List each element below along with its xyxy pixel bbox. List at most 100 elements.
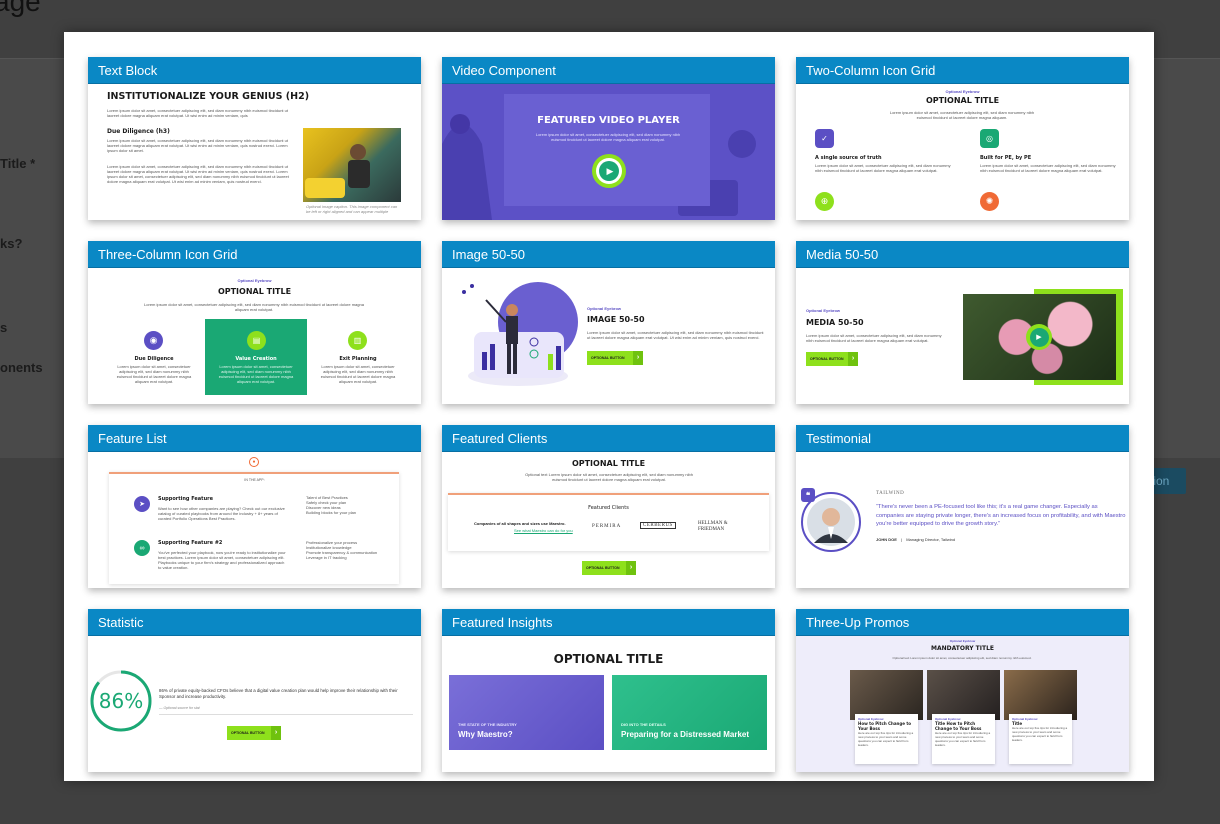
promo-text: Here are our top five tips for introduci… (935, 731, 991, 747)
button-label: OPTIONAL BUTTON (591, 356, 625, 360)
promo-card[interactable]: Optional Eyebrow How to Pitch Change to … (850, 670, 923, 770)
promo-image (850, 670, 923, 720)
insight-tile[interactable]: THE STATE OF THE INDUSTRY Why Maestro? (449, 675, 604, 750)
testimonial-brand: TAILWIND (876, 491, 905, 496)
component-card-three-up-promos[interactable]: Three-Up Promos Optional Eyebrow MANDATO… (796, 609, 1129, 772)
promo-text: Here are our top five tips for introduci… (858, 731, 914, 747)
presenter-illustration (462, 282, 578, 386)
card-title: Media 50-50 (796, 241, 1129, 268)
promo-body: Optional Eyebrow Title How to Pitch Chan… (932, 714, 995, 764)
card-preview-heading: INSTITUTIONALIZE YOUR GENIUS (H2) (107, 91, 310, 102)
button-label: OPTIONAL BUTTON (810, 357, 844, 361)
clients-link[interactable]: See what Maestro can do for you (514, 528, 594, 533)
component-card-featured-insights[interactable]: Featured Insights OPTIONAL TITLE THE STA… (442, 609, 775, 772)
client-logo-permira: PERMIRA (592, 524, 622, 529)
card-title: Statistic (88, 609, 421, 636)
card-preview-heading: MEDIA 50-50 (806, 318, 864, 327)
statistic-text: 86% of private equity-backed CFOs believ… (159, 688, 398, 699)
grid-item-text: Lorem ipsum dolor sit amet, consectetuer… (815, 163, 951, 173)
card-preview-heading: OPTIONAL TITLE (553, 652, 664, 666)
button-label: OPTIONAL BUTTON (586, 566, 620, 570)
background-action-button[interactable]: tion (1150, 468, 1186, 494)
insight-eyebrow: THE STATE OF THE INDUSTRY (458, 722, 517, 727)
promo-body: Optional Eyebrow How to Pitch Change to … (855, 714, 918, 764)
component-card-statistic[interactable]: Statistic 86% 86% of private equity-back… (88, 609, 421, 772)
card-intro: Lorem ipsum dolor sit amet, consectetuer… (889, 110, 1035, 120)
testimonial-quote: “There's never been a PE-focused tool li… (876, 504, 1126, 528)
statistic-source: — Optional source for stat (159, 706, 200, 710)
play-button[interactable]: ▶ (1026, 324, 1052, 350)
card-title: Featured Clients (442, 425, 775, 452)
s-label: s (0, 320, 8, 335)
component-card-feature-list[interactable]: Feature List ● IN THE APP: ➤ ∞ Supportin… (88, 425, 421, 588)
component-card-two-column-icon-grid[interactable]: Two-Column Icon Grid Optional Eyebrow OP… (796, 57, 1129, 220)
column-text: Lorem ipsum dolor sit amet, consectetuer… (218, 364, 294, 384)
bullet-item: Leverage in IT tracking (306, 555, 347, 560)
pin-icon: ● (249, 457, 259, 467)
arrow-right-icon: › (633, 351, 643, 365)
preview-photo (303, 128, 401, 202)
card-title: Image 50-50 (442, 241, 775, 268)
insight-tile[interactable]: DIG INTO THE DETAILS Preparing for a Dis… (612, 675, 767, 750)
component-card-image-50-50[interactable]: Image 50-50 Optional Eyebrow IMAGE 50-50… (442, 241, 775, 404)
play-icon: ▶ (1029, 327, 1049, 347)
optional-button[interactable]: OPTIONAL BUTTON › (582, 561, 636, 575)
promo-card[interactable]: Optional Eyebrow Title How to Pitch Chan… (927, 670, 1000, 770)
component-card-three-column-icon-grid[interactable]: Three-Column Icon Grid Optional Eyebrow … (88, 241, 421, 404)
author-role: Managing Director, Tailwind (906, 537, 956, 542)
arrow-right-icon: › (271, 726, 281, 740)
card-title: Three-Column Icon Grid (88, 241, 421, 268)
card-preview-heading: OPTIONAL TITLE (571, 459, 646, 468)
card-intro: Optional text Lorem ipsum dolor sit amet… (525, 472, 693, 482)
card-preview-heading: IMAGE 50-50 (587, 315, 645, 324)
grid-item-title: A single source of truth (815, 155, 882, 161)
promo-text: Here are our top five tips for introduci… (1012, 726, 1068, 742)
video-background-illustration (442, 84, 775, 220)
column-title: Due Diligence (134, 356, 174, 362)
globe-icon: ⊕ (815, 192, 834, 211)
feature-text: Want to see how other companies are play… (158, 506, 285, 521)
component-card-testimonial[interactable]: Testimonial ❝ TAILWIND “There's never be… (796, 425, 1129, 588)
arrow-right-icon: › (626, 561, 636, 575)
card-title: Feature List (88, 425, 421, 452)
gear-icon: ✺ (980, 192, 999, 211)
column-title: Exit Planning (339, 356, 377, 362)
feature-title: Supporting Feature #2 (158, 540, 223, 546)
promo-image (927, 670, 1000, 720)
column-text: Lorem ipsum dolor sit amet, consectetuer… (116, 364, 192, 384)
insight-title: Why Maestro? (458, 730, 513, 739)
play-button[interactable]: ▶ (592, 154, 626, 188)
document-icon: ▤ (247, 331, 266, 350)
promo-image (1004, 670, 1077, 720)
component-card-featured-clients[interactable]: Featured Clients OPTIONAL TITLE Optional… (442, 425, 775, 588)
card-text: Lorem ipsum dolor sit amet, consectetuer… (806, 333, 942, 343)
promo-card[interactable]: Optional Eyebrow Title Here are our top … (1004, 670, 1077, 770)
checklist-icon: ✓ (815, 129, 834, 148)
optional-button[interactable]: OPTIONAL BUTTON › (587, 351, 643, 365)
optional-button[interactable]: OPTIONAL BUTTON › (806, 352, 858, 366)
button-label: OPTIONAL BUTTON (231, 731, 265, 735)
video-title: FEATURED VIDEO PLAYER (537, 115, 680, 126)
person-illustration (305, 144, 370, 198)
card-eyebrow: Optional Eyebrow (945, 89, 980, 94)
card-title: Two-Column Icon Grid (796, 57, 1129, 84)
clients-lead: Companies of all shapes and sizes use Ma… (474, 521, 566, 526)
video-description: Lorem ipsum dolor sit amet, consectetuer… (535, 132, 681, 142)
quote-icon: ❝ (801, 488, 815, 502)
component-card-text-block[interactable]: Text Block INSTITUTIONALIZE YOUR GENIUS … (88, 57, 421, 220)
feature-bullets-1: Talent of Best Practices Safely check yo… (306, 495, 396, 515)
component-card-media-50-50[interactable]: Media 50-50 Optional Eyebrow MEDIA 50-50… (796, 241, 1129, 404)
feature-list-label: IN THE APP: (244, 478, 265, 482)
card-intro: Lorem ipsum dolor sit amet, consectetuer… (144, 302, 364, 312)
column-title: Value Creation (235, 356, 277, 362)
binoculars-icon: ∞ (134, 540, 150, 556)
image-caption: Optional image caption. This image compo… (306, 204, 398, 214)
person-photo (807, 498, 855, 546)
card-eyebrow: Optional Eyebrow (949, 639, 976, 643)
page-heading: age (0, 0, 41, 17)
component-card-video[interactable]: Video Component FEATURED VIDEO PLAYER Lo… (442, 57, 775, 220)
bullet-item: Building blocks for your plan (306, 510, 357, 515)
question-label: ks? (0, 236, 23, 251)
card-text: Lorem ipsum dolor sit amet, consectetuer… (587, 330, 764, 340)
optional-button[interactable]: OPTIONAL BUTTON › (227, 726, 281, 740)
